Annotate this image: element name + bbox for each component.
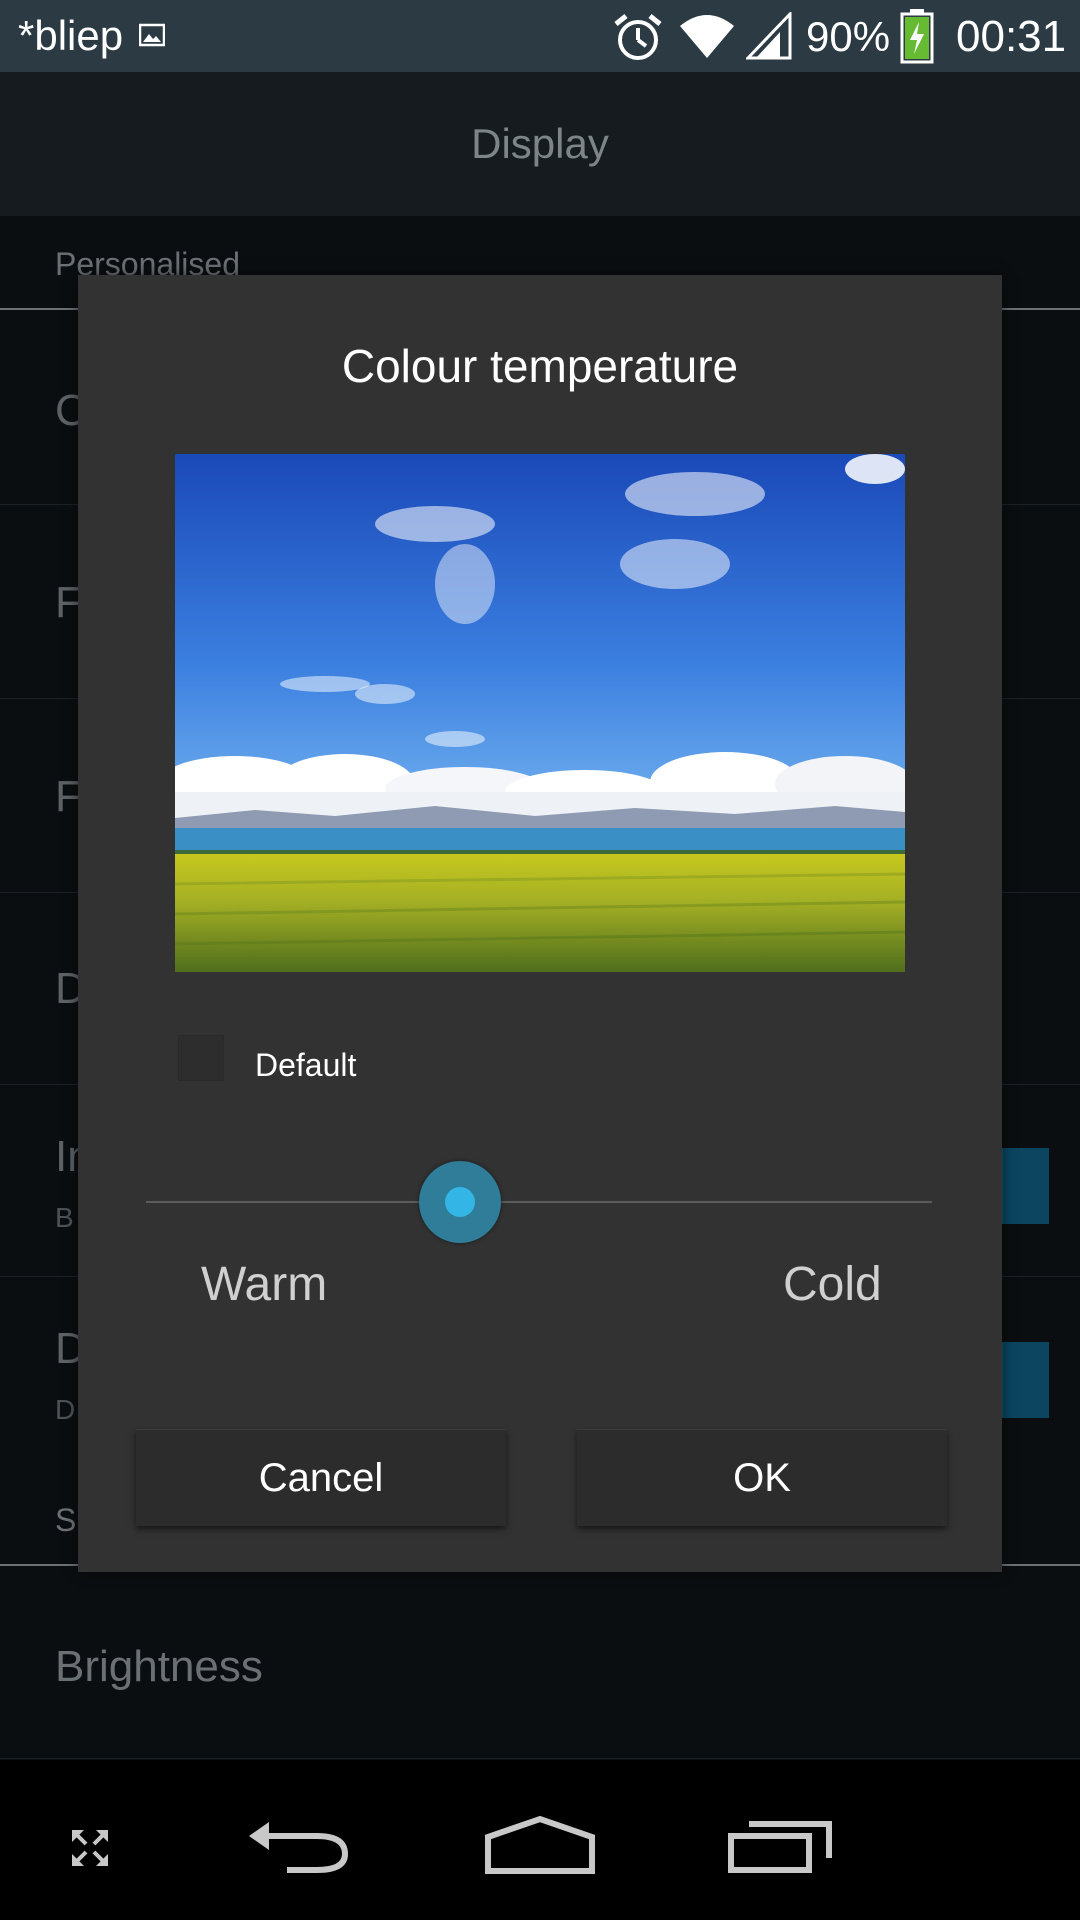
settings-row-toggle[interactable] (1000, 1342, 1049, 1418)
home-icon[interactable] (484, 1815, 596, 1875)
signal-icon (746, 12, 792, 60)
preview-image (175, 454, 905, 972)
cold-label: Cold (783, 1258, 882, 1311)
colour-temperature-dialog: Colour temperature Default Warm Cold Can… (78, 275, 1002, 1572)
back-icon[interactable] (247, 1818, 351, 1874)
settings-row-brightness[interactable]: Brightness (55, 1642, 263, 1692)
image-icon (139, 23, 165, 47)
alarm-icon (614, 14, 662, 60)
row-divider (0, 1758, 1080, 1759)
default-checkbox[interactable] (178, 1035, 224, 1081)
colour-temperature-slider-track[interactable] (146, 1201, 932, 1203)
wifi-icon (680, 15, 734, 58)
status-app-name: *bliep (18, 12, 124, 59)
page-title: Display (471, 120, 609, 167)
recents-icon[interactable] (727, 1818, 833, 1874)
battery-charging-icon (900, 9, 934, 64)
app-bar: Display (0, 72, 1080, 216)
settings-row-summary: B (55, 1202, 74, 1233)
dialog-title: Colour temperature (341, 340, 739, 392)
colour-temperature-slider-thumb[interactable] (419, 1161, 502, 1243)
battery-percent: 90% (806, 13, 891, 60)
expand-icon[interactable] (70, 1828, 110, 1868)
status-time: 00:31 (956, 12, 1067, 61)
ok-button[interactable]: OK (577, 1429, 947, 1526)
status-bar: *bliep 90% 00:31 (0, 0, 1080, 72)
default-label[interactable]: Default (255, 1047, 356, 1084)
settings-row-toggle[interactable] (1000, 1148, 1049, 1224)
cancel-button[interactable]: Cancel (136, 1429, 506, 1526)
slider-thumb-center (445, 1187, 476, 1217)
section-header-screen: S (55, 1502, 77, 1538)
settings-row-summary: D (55, 1394, 76, 1425)
warm-label: Warm (201, 1258, 328, 1311)
